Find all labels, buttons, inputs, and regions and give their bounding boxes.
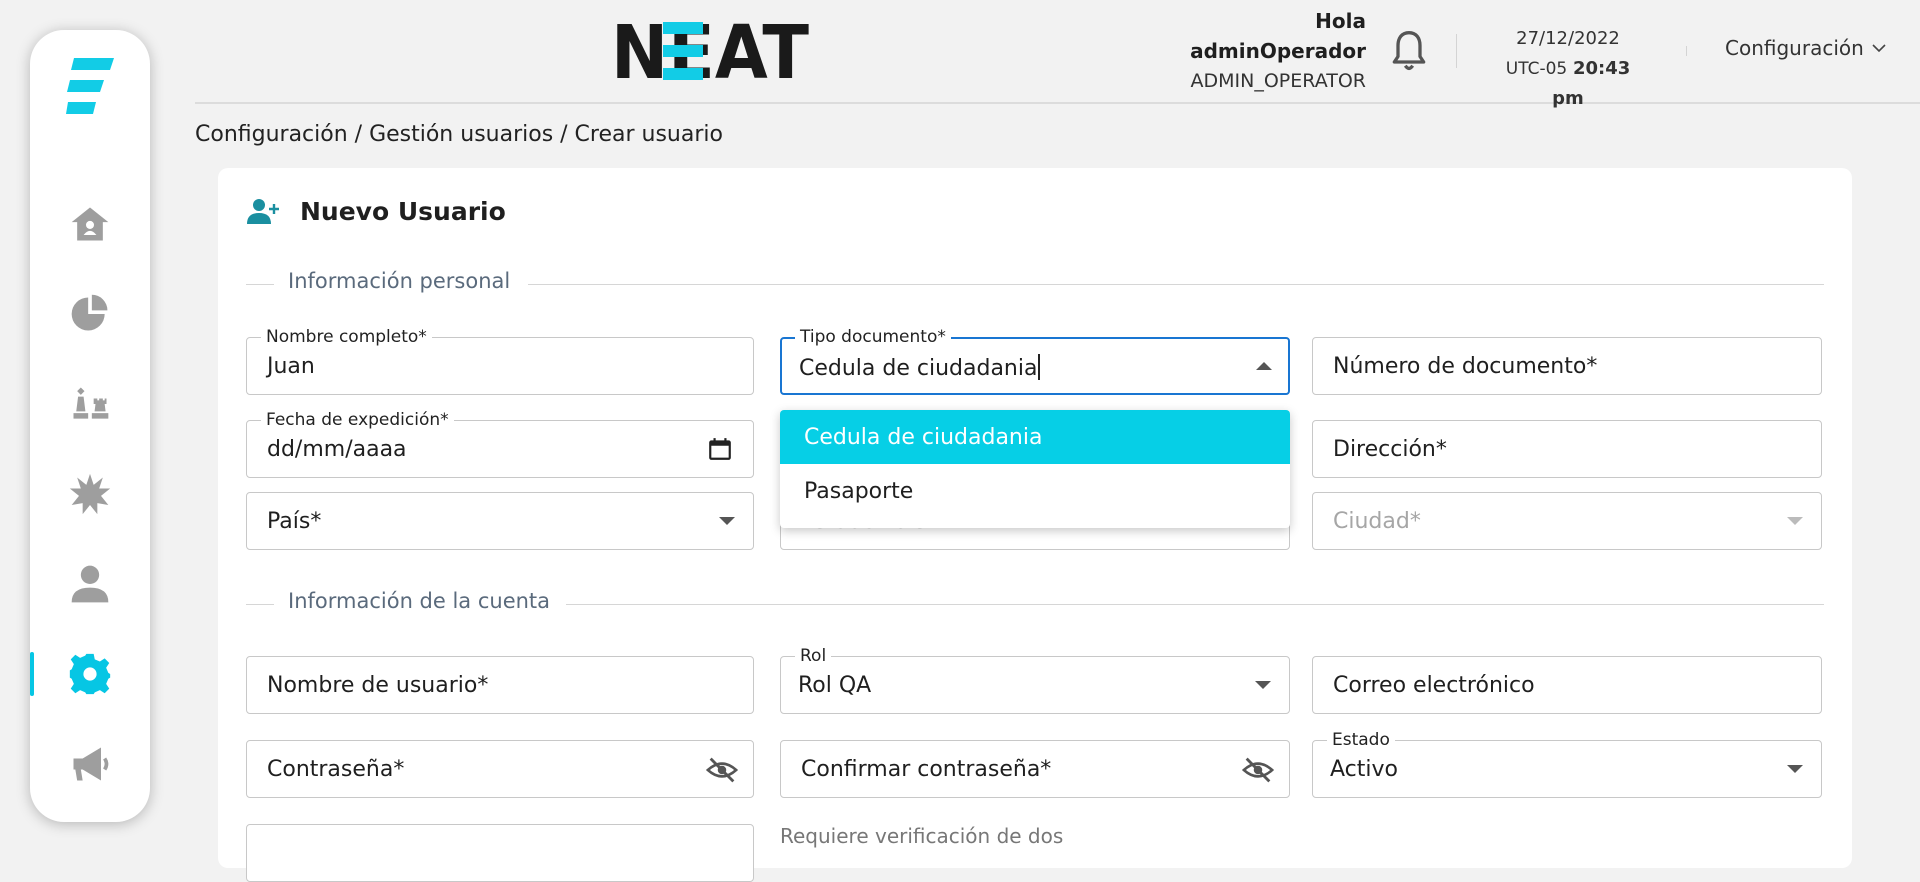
email-field[interactable]: Correo electrónico xyxy=(1312,656,1822,714)
password-placeholder: Contraseña* xyxy=(267,757,405,782)
text-cursor xyxy=(1038,354,1041,380)
sidebar-item-announcements[interactable] xyxy=(30,734,150,794)
starburst-icon xyxy=(69,473,111,515)
card-title-text: Nuevo Usuario xyxy=(300,196,506,226)
password-field[interactable]: Contraseña* xyxy=(246,740,754,798)
sidebar-item-home[interactable] xyxy=(30,194,150,254)
sidebar-item-users[interactable] xyxy=(30,554,150,614)
document-type-dropdown: Cedula de ciudadania Pasaporte xyxy=(780,410,1290,528)
issue-date-field[interactable]: Fecha de expedición* dd/mm/aaaa xyxy=(246,409,754,478)
partial-field[interactable] xyxy=(246,824,754,882)
two-factor-label: Requiere verificación de dos xyxy=(780,824,1064,848)
sidebar-item-alerts[interactable] xyxy=(30,464,150,524)
add-user-icon xyxy=(247,199,279,224)
header-divider xyxy=(1686,46,1687,56)
confirm-password-field[interactable]: Confirmar contraseña* xyxy=(780,740,1290,798)
pie-chart-icon xyxy=(71,294,108,331)
brand-logo[interactable]: NEAT xyxy=(611,18,809,84)
calendar-icon[interactable] xyxy=(707,436,733,462)
role-value: Rol QA xyxy=(798,673,872,698)
sidebar-item-settings[interactable] xyxy=(30,644,150,704)
issue-date-value: dd/mm/aaaa xyxy=(267,437,407,462)
home-icon xyxy=(71,207,109,241)
section-account-title: Información de la cuenta xyxy=(288,589,551,613)
email-placeholder: Correo electrónico xyxy=(1333,673,1535,698)
caret-up-icon[interactable] xyxy=(1256,362,1272,370)
status-select[interactable]: Estado Activo xyxy=(1312,729,1822,798)
section-divider xyxy=(246,604,274,605)
card-title: Nuevo Usuario xyxy=(246,196,506,226)
city-select[interactable]: Ciudad* xyxy=(1312,492,1822,550)
caret-down-icon xyxy=(1787,765,1803,773)
section-divider xyxy=(528,284,1824,285)
section-personal: Información personal xyxy=(246,269,1824,299)
full-name-label: Nombre completo* xyxy=(261,326,432,348)
megaphone-icon xyxy=(73,747,109,781)
caret-down-icon xyxy=(1255,681,1271,689)
address-field[interactable]: Dirección* xyxy=(1312,420,1822,478)
chevron-down-icon xyxy=(1872,44,1886,53)
document-type-label: Tipo documento* xyxy=(795,326,951,348)
role-select[interactable]: Rol Rol QA xyxy=(780,645,1290,714)
chess-icon xyxy=(73,387,109,419)
full-name-value: Juan xyxy=(267,354,315,379)
config-label: Configuración xyxy=(1725,36,1864,60)
status-value: Activo xyxy=(1330,757,1398,782)
date-time: 27/12/2022 UTC-05 20:43 pm xyxy=(1497,24,1639,114)
issue-date-label: Fecha de expedición* xyxy=(261,409,454,431)
role-label: Rol xyxy=(795,645,832,667)
sidebar xyxy=(30,30,150,822)
document-number-field[interactable]: Número de documento* xyxy=(1312,337,1822,395)
eye-off-icon[interactable] xyxy=(1241,753,1275,787)
eye-off-icon[interactable] xyxy=(705,753,739,787)
username-field[interactable]: Nombre de usuario* xyxy=(246,656,754,714)
config-menu[interactable]: Configuración xyxy=(1725,36,1886,60)
city-placeholder: Ciudad* xyxy=(1333,509,1421,534)
section-divider xyxy=(246,284,274,285)
document-type-value: Cedula de ciudadania xyxy=(799,354,1041,381)
confirm-password-placeholder: Confirmar contraseña* xyxy=(801,757,1052,782)
status-label: Estado xyxy=(1327,729,1395,751)
user-icon xyxy=(71,565,109,603)
app-logo-icon[interactable] xyxy=(66,54,116,124)
username-text: adminOperador xyxy=(1190,39,1366,63)
header-divider xyxy=(1456,34,1457,68)
document-type-select[interactable]: Tipo documento* Cedula de ciudadania xyxy=(780,326,1290,395)
username-placeholder: Nombre de usuario* xyxy=(267,673,489,698)
option-pasaporte[interactable]: Pasaporte xyxy=(780,464,1290,518)
greeting-text: Hola xyxy=(1315,9,1366,33)
sidebar-item-reports[interactable] xyxy=(30,284,150,344)
document-number-placeholder: Número de documento* xyxy=(1333,354,1598,379)
breadcrumb: Configuración / Gestión usuarios / Crear… xyxy=(195,122,723,147)
top-header: NEAT xyxy=(195,0,1920,104)
caret-down-icon xyxy=(1787,517,1803,525)
section-divider xyxy=(566,604,1824,605)
user-role: ADMIN_OPERATOR xyxy=(1190,70,1366,92)
sidebar-item-strategy[interactable] xyxy=(30,374,150,434)
bell-icon[interactable] xyxy=(1387,28,1431,74)
country-select[interactable]: País* xyxy=(246,492,754,550)
brand-text: NEAT xyxy=(611,18,809,84)
user-greeting: Hola adminOperador ADMIN_OPERATOR xyxy=(1190,6,1366,96)
option-cedula[interactable]: Cedula de ciudadania xyxy=(780,410,1290,464)
section-personal-title: Información personal xyxy=(288,269,511,293)
address-placeholder: Dirección* xyxy=(1333,437,1447,462)
caret-down-icon xyxy=(719,517,735,525)
gear-icon xyxy=(69,653,111,695)
current-date: 27/12/2022 xyxy=(1516,28,1620,49)
timezone: UTC-05 xyxy=(1505,59,1568,79)
full-name-field[interactable]: Nombre completo* Juan xyxy=(246,326,754,395)
country-placeholder: País* xyxy=(267,509,322,534)
section-account: Información de la cuenta xyxy=(246,589,1824,619)
